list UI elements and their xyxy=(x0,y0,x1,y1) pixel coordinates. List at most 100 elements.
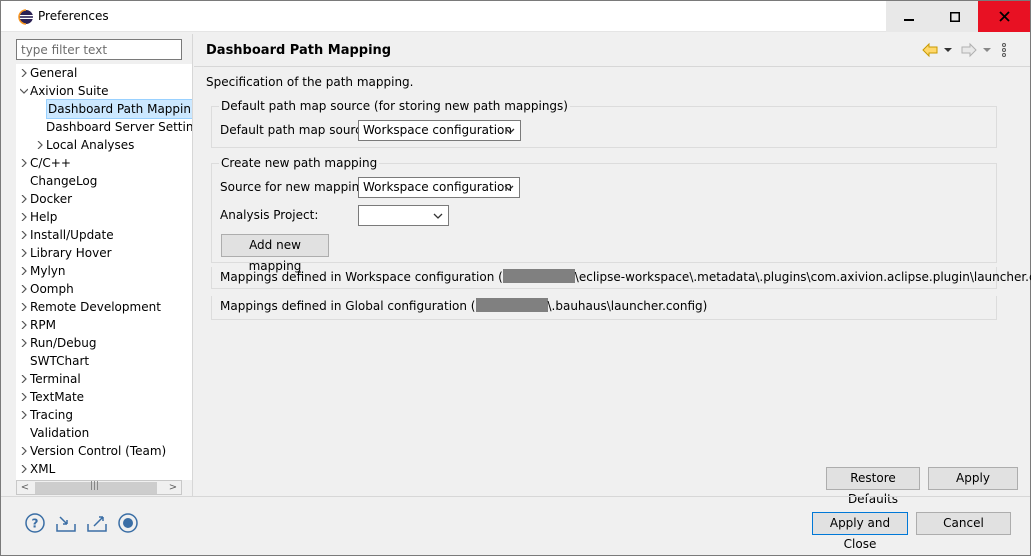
page-title: Dashboard Path Mapping xyxy=(206,43,392,58)
chevron-right-icon[interactable] xyxy=(36,141,44,149)
tree-item-label: Help xyxy=(30,210,58,224)
redacted-path xyxy=(475,298,548,312)
tree-item-label: Axivion Suite xyxy=(30,84,109,98)
chevron-down-icon xyxy=(505,128,515,134)
chevron-right-icon[interactable] xyxy=(20,267,28,275)
chevron-right-icon[interactable] xyxy=(20,465,28,473)
tree-item-label: Install/Update xyxy=(30,228,114,242)
source-select[interactable]: Workspace configuration xyxy=(358,177,520,198)
export-icon[interactable] xyxy=(86,512,108,534)
chevron-right-icon[interactable] xyxy=(20,195,28,203)
import-icon[interactable] xyxy=(55,512,77,534)
chevron-right-icon[interactable] xyxy=(20,375,28,383)
add-new-mapping-button[interactable]: Add new mapping xyxy=(221,234,329,273)
minimize-button[interactable] xyxy=(886,1,932,32)
tree-item-label: SWTChart xyxy=(30,354,90,368)
tree-horizontal-scrollbar[interactable]: < ||| > xyxy=(16,480,182,495)
record-icon[interactable] xyxy=(117,512,139,534)
tree-item-label: ChangeLog xyxy=(30,174,98,188)
preference-tree: General Axivion Suite Dashboard Path Mappi… xyxy=(16,64,192,480)
tree-item-label: Docker xyxy=(30,192,73,206)
eclipse-app-icon xyxy=(18,9,33,25)
page-content: Specification of the path mapping. Defau… xyxy=(194,68,1031,506)
tree-item-label: Dashboard Path Mappin xyxy=(46,99,192,119)
group-title: Default path map source (for storing new… xyxy=(219,99,570,113)
workspace-mappings-label: Mappings defined in Workspace configurat… xyxy=(220,269,1031,284)
default-source-label: Default path map source: xyxy=(220,123,374,137)
help-icon[interactable]: ? xyxy=(24,512,46,534)
close-icon xyxy=(998,11,1010,22)
analysis-project-select[interactable] xyxy=(358,205,449,226)
tree-item-label: Local Analyses xyxy=(46,138,135,152)
back-dropdown-icon[interactable] xyxy=(943,41,953,59)
chevron-right-icon[interactable] xyxy=(20,69,28,77)
chevron-right-icon[interactable] xyxy=(20,411,28,419)
chevron-right-icon[interactable] xyxy=(20,249,28,257)
title-bar: Preferences xyxy=(1,1,1030,32)
maximize-button[interactable] xyxy=(932,1,978,32)
tree-item-label: C/C++ xyxy=(30,156,71,170)
tree-item-label: Run/Debug xyxy=(30,336,97,350)
default-source-select[interactable]: Workspace configuration xyxy=(358,120,521,141)
chevron-right-icon[interactable] xyxy=(20,393,28,401)
analysis-project-label: Analysis Project: xyxy=(220,208,319,222)
close-button[interactable] xyxy=(978,1,1030,32)
tree-item-label: Tracing xyxy=(30,408,74,422)
create-mapping-group: Create new path mapping Source for new m… xyxy=(211,156,997,273)
tree-item-label: General xyxy=(30,66,78,80)
chevron-right-icon[interactable] xyxy=(20,447,28,455)
global-mappings-label: Mappings defined in Global configuration… xyxy=(220,298,707,313)
svg-text:?: ? xyxy=(32,517,39,531)
tree-item-label: TextMate xyxy=(30,390,85,404)
source-label: Source for new mapping: xyxy=(220,180,371,194)
chevron-right-icon[interactable] xyxy=(20,321,28,329)
group-title: Create new path mapping xyxy=(219,156,380,170)
redacted-path xyxy=(502,269,575,283)
filter-input[interactable] xyxy=(16,39,182,60)
tree-item-label: Oomph xyxy=(30,282,74,296)
apply-button[interactable]: Apply xyxy=(928,467,1018,490)
tree-item-label: Dashboard Server Setting xyxy=(46,120,192,134)
chevron-right-icon[interactable] xyxy=(20,285,28,293)
tree-item-label: Remote Development xyxy=(30,300,161,314)
global-mappings-section: Mappings defined in Global configuration… xyxy=(211,296,997,320)
global-mappings-suffix: \.bauhaus\launcher.config) xyxy=(547,299,708,313)
scroll-right-button[interactable]: > xyxy=(165,481,181,494)
page-header: Dashboard Path Mapping xyxy=(194,34,1030,67)
tree-item-label: Library Hover xyxy=(30,246,112,260)
panel-divider[interactable] xyxy=(192,34,193,496)
tree-item-label: RPM xyxy=(30,318,56,332)
preferences-window: Preferences GeneralAxivion SuiteDashboar… xyxy=(0,0,1031,556)
default-source-value: Workspace configuration xyxy=(363,123,513,137)
tree-item-label: XML xyxy=(30,462,56,476)
apply-and-close-button[interactable]: Apply and Close xyxy=(812,512,908,551)
minimize-icon xyxy=(904,18,914,21)
preference-tree-panel: General Axivion SuiteDashboard Path Mappi… xyxy=(9,34,193,496)
chevron-right-icon[interactable] xyxy=(20,213,28,221)
restore-defaults-button[interactable]: Restore Defaults xyxy=(826,467,920,506)
chevron-right-icon[interactable] xyxy=(20,231,28,239)
default-source-group: Default path map source (for storing new… xyxy=(211,99,997,148)
chevron-right-icon[interactable] xyxy=(20,159,28,167)
back-arrow-icon[interactable] xyxy=(921,41,939,59)
window-title: Preferences xyxy=(38,9,109,23)
forward-dropdown-icon[interactable] xyxy=(982,41,992,59)
workspace-mappings-suffix: \eclipse-workspace\.metadata\.plugins\co… xyxy=(574,270,1031,284)
footer-divider xyxy=(1,496,1030,497)
chevron-down-icon[interactable] xyxy=(20,87,28,95)
tree-item-label: Terminal xyxy=(30,372,81,386)
chevron-down-icon xyxy=(504,185,514,191)
forward-arrow-icon[interactable] xyxy=(960,41,978,59)
cancel-button[interactable]: Cancel xyxy=(916,512,1011,535)
tree-item-label: Mylyn xyxy=(30,264,66,278)
chevron-down-icon xyxy=(433,213,443,219)
scrollbar-grip: ||| xyxy=(90,481,100,491)
page-description: Specification of the path mapping. xyxy=(206,75,414,89)
maximize-icon xyxy=(950,11,960,22)
scrollbar-thumb[interactable]: ||| xyxy=(35,481,157,494)
source-value: Workspace configuration xyxy=(363,180,513,194)
scroll-left-button[interactable]: < xyxy=(17,481,33,494)
chevron-right-icon[interactable] xyxy=(20,303,28,311)
more-menu-icon[interactable] xyxy=(1000,41,1008,59)
chevron-right-icon[interactable] xyxy=(20,339,28,347)
